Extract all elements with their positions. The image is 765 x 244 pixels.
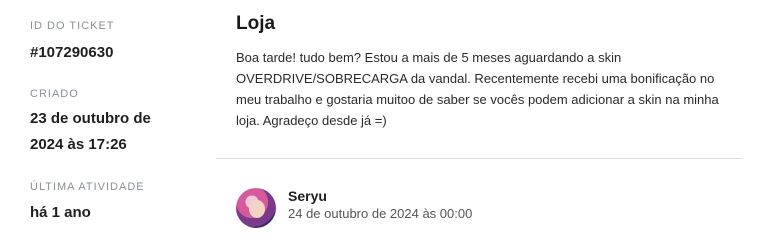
created-value: 23 de outubro de 2024 às 17:26 [30,110,151,153]
author-name: Seryu [288,188,327,204]
author-date: 24 de outubro de 2024 às 00:00 [288,206,473,221]
avatar [236,188,276,228]
last-activity-value: há 1 ano [30,204,91,221]
ticket-id-label: ID DO TICKET [30,20,115,32]
divider [216,158,743,159]
created-label: CRIADO [30,88,79,100]
ticket-body: Boa tarde! tudo bem? Estou a mais de 5 m… [236,50,719,128]
last-activity-label: ÚLTIMA ATIVIDADE [30,181,145,193]
ticket-title: Loja [236,13,276,34]
ticket-id-value: #107290630 [30,44,114,61]
